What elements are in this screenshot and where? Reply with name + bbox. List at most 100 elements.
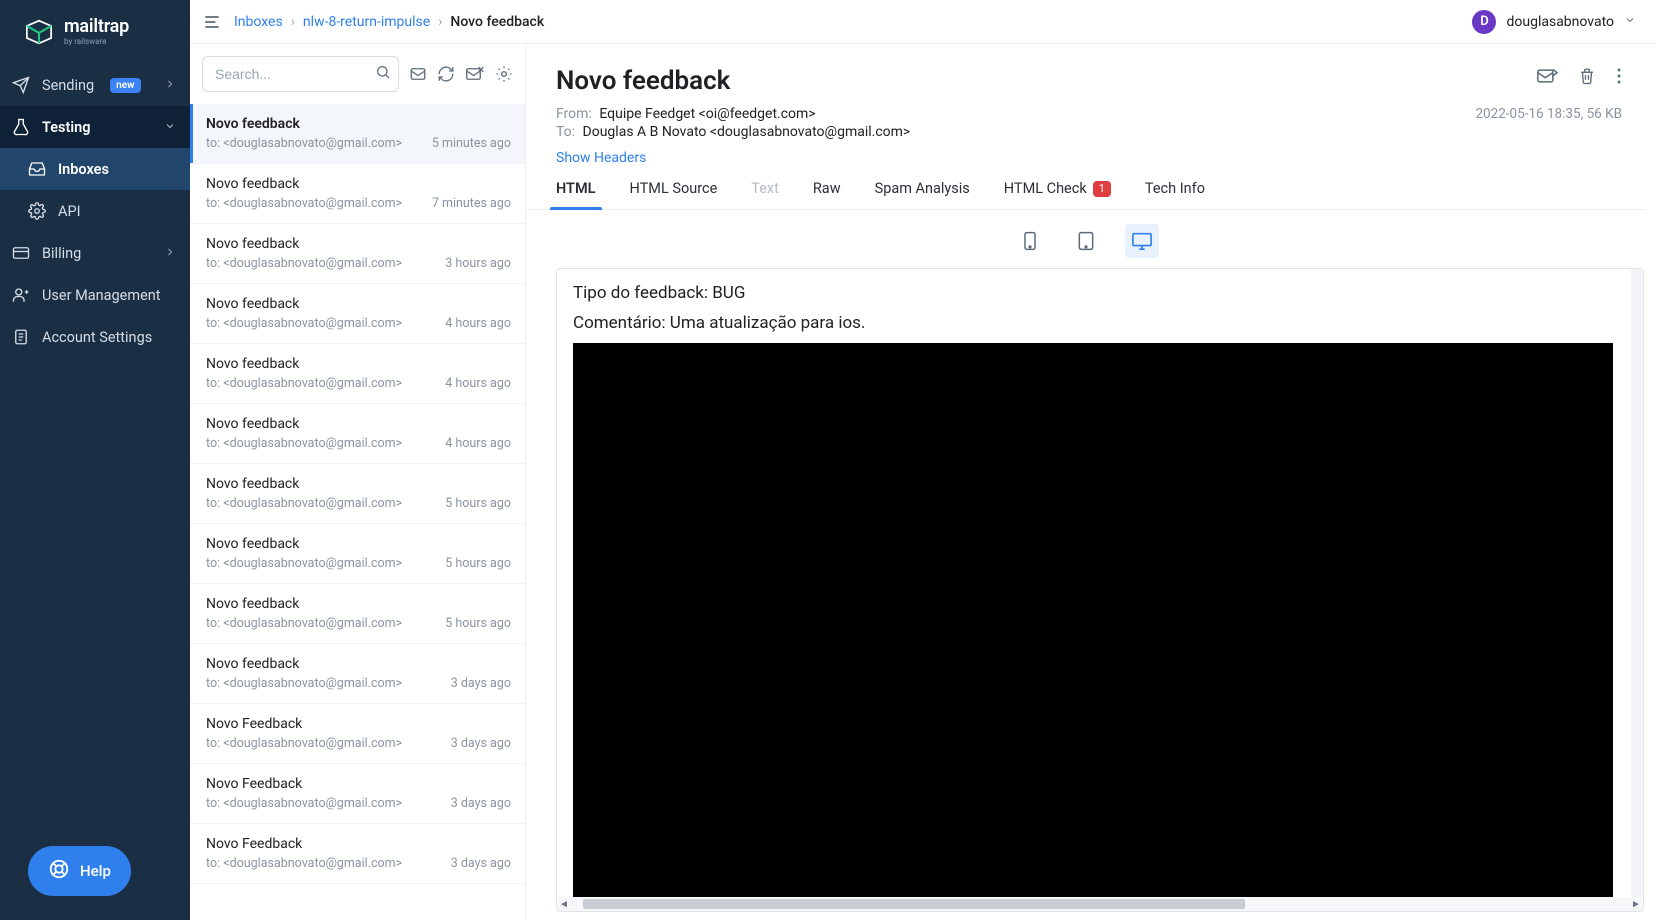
lifebuoy-icon [48, 858, 70, 884]
tab-text[interactable]: Text [751, 180, 779, 209]
nav-account-settings[interactable]: Account Settings [0, 316, 190, 358]
email-preview-body[interactable]: Tipo do feedback: BUG Comentário: Uma at… [557, 269, 1631, 897]
topbar: Inboxes › nlw-8-return-impulse › Novo fe… [190, 0, 1656, 44]
message-item[interactable]: Novo Feedback to: <douglasabnovato@gmail.… [190, 704, 525, 764]
main-area: Inboxes › nlw-8-return-impulse › Novo fe… [190, 0, 1656, 920]
message-recipient: to: <douglasabnovato@gmail.com> [206, 616, 402, 631]
message-list-column: Novo feedback to: <douglasabnovato@gmail.… [190, 44, 526, 920]
mark-read-button[interactable] [409, 65, 427, 83]
device-tablet-button[interactable] [1069, 224, 1103, 258]
message-time: 5 hours ago [445, 616, 511, 631]
breadcrumb-project[interactable]: nlw-8-return-impulse [303, 14, 430, 30]
message-recipient: to: <douglasabnovato@gmail.com> [206, 316, 402, 331]
message-timestamp: 2022-05-16 18:35, 56 KB [1475, 106, 1622, 122]
message-subject: Novo feedback [206, 176, 511, 192]
message-time: 3 days ago [451, 676, 511, 691]
preview-screenshot-image [573, 343, 1613, 897]
message-recipient: to: <douglasabnovato@gmail.com> [206, 136, 402, 151]
gear-icon [28, 202, 46, 220]
message-subject: Novo feedback [206, 236, 511, 252]
brand-byline: by railsware [64, 38, 129, 46]
content-tabs: HTML HTML Source Text Raw Spam Analysis … [526, 166, 1646, 210]
users-icon [12, 286, 30, 304]
flask-icon [12, 118, 30, 136]
message-item[interactable]: Novo Feedbackto: <douglasabnovato@gmail.… [190, 764, 525, 824]
message-item[interactable]: Novo feedback to: <douglasabnovato@gmail.… [190, 104, 525, 164]
message-actions [1536, 66, 1622, 86]
message-item[interactable]: Novo feedbackto: <douglasabnovato@gmail.… [190, 404, 525, 464]
nav-user-management[interactable]: User Management [0, 274, 190, 316]
message-time: 4 hours ago [445, 376, 511, 391]
message-recipient: to: <douglasabnovato@gmail.com> [206, 736, 402, 751]
chevron-down-icon [164, 119, 176, 136]
message-item[interactable]: Novo feedbackto: <douglasabnovato@gmail.… [190, 464, 525, 524]
more-menu-button[interactable] [1616, 67, 1622, 85]
inbox-icon [28, 160, 46, 178]
message-item[interactable]: Novo feedbackto: <douglasabnovato@gmail.… [190, 584, 525, 644]
message-subject: Novo feedback [206, 116, 511, 132]
tab-html-check[interactable]: HTML Check 1 [1004, 180, 1111, 209]
message-subject: Novo feedback [206, 536, 511, 552]
help-button[interactable]: Help [28, 846, 131, 896]
inbox-settings-button[interactable] [495, 65, 513, 83]
message-recipient: to: <douglasabnovato@gmail.com> [206, 256, 402, 271]
user-menu[interactable]: D douglasabnovato [1472, 10, 1640, 34]
nav-sending[interactable]: Sending new [0, 64, 190, 106]
avatar: D [1472, 10, 1496, 34]
brand-logo[interactable]: mailtrap by railsware [0, 0, 190, 64]
hamburger-menu-button[interactable] [198, 8, 226, 36]
brand-name: mailtrap [64, 18, 129, 36]
message-item[interactable]: Novo feedback to: <douglasabnovato@gmail.… [190, 524, 525, 584]
message-time: 4 hours ago [445, 316, 511, 331]
show-headers-link[interactable]: Show Headers [556, 150, 1622, 166]
refresh-button[interactable] [437, 65, 455, 83]
nav-billing[interactable]: Billing [0, 232, 190, 274]
message-recipient: to: <douglasabnovato@gmail.com> [206, 556, 402, 571]
message-subject: Novo Feedback [206, 716, 511, 732]
to-label: To: [556, 124, 575, 140]
message-title: Novo feedback [556, 66, 730, 96]
nav-inboxes[interactable]: Inboxes [0, 148, 190, 190]
credit-card-icon [12, 244, 30, 262]
message-item[interactable]: Novo Feedbackto: <douglasabnovato@gmail.… [190, 824, 525, 884]
list-toolbar [190, 44, 525, 104]
breadcrumb-current: Novo feedback [450, 14, 544, 30]
tab-spam-analysis[interactable]: Spam Analysis [875, 180, 970, 209]
message-time: 3 days ago [451, 856, 511, 871]
nav-sending-label: Sending [42, 77, 94, 94]
horizontal-scrollbar[interactable]: ◄ ► [557, 897, 1643, 911]
tab-raw[interactable]: Raw [813, 180, 841, 209]
nav-testing[interactable]: Testing [0, 106, 190, 148]
user-name: douglasabnovato [1506, 14, 1614, 30]
vertical-scrollbar[interactable] [1631, 269, 1643, 897]
tab-tech-info[interactable]: Tech Info [1145, 180, 1205, 209]
clear-inbox-button[interactable] [465, 65, 485, 83]
message-item[interactable]: Novo feedbackto: <douglasabnovato@gmail.… [190, 164, 525, 224]
help-label: Help [80, 862, 111, 880]
tab-html-source[interactable]: HTML Source [630, 180, 718, 209]
device-desktop-button[interactable] [1125, 224, 1159, 258]
preview-feedback-type: Tipo do feedback: BUG [573, 283, 1615, 303]
message-item[interactable]: Novo feedbackto: <douglasabnovato@gmail.… [190, 644, 525, 704]
mailtrap-logo-icon [24, 19, 54, 45]
breadcrumb-separator: › [438, 14, 442, 30]
device-preview-toggle [526, 210, 1646, 268]
tab-html[interactable]: HTML [556, 180, 596, 209]
badge-new: new [110, 78, 140, 93]
message-detail: Novo feedback F [526, 44, 1656, 920]
chevron-down-icon [1624, 14, 1636, 30]
breadcrumb-separator: › [291, 14, 295, 30]
search-input[interactable] [202, 56, 399, 92]
message-recipient: to: <douglasabnovato@gmail.com> [206, 496, 402, 511]
message-item[interactable]: Novo feedbackto: <douglasabnovato@gmail.… [190, 284, 525, 344]
delete-button[interactable] [1578, 67, 1596, 85]
message-item[interactable]: Novo feedback to: <douglasabnovato@gmail.… [190, 224, 525, 284]
message-list[interactable]: Novo feedback to: <douglasabnovato@gmail.… [190, 104, 525, 920]
device-mobile-button[interactable] [1013, 224, 1047, 258]
message-item[interactable]: Novo feedbackto: <douglasabnovato@gmail.… [190, 344, 525, 404]
nav-inboxes-label: Inboxes [58, 161, 109, 178]
breadcrumb-inboxes[interactable]: Inboxes [234, 14, 283, 30]
nav-api[interactable]: API [0, 190, 190, 232]
forward-button[interactable] [1536, 66, 1558, 86]
message-subject: Novo feedback [206, 356, 511, 372]
